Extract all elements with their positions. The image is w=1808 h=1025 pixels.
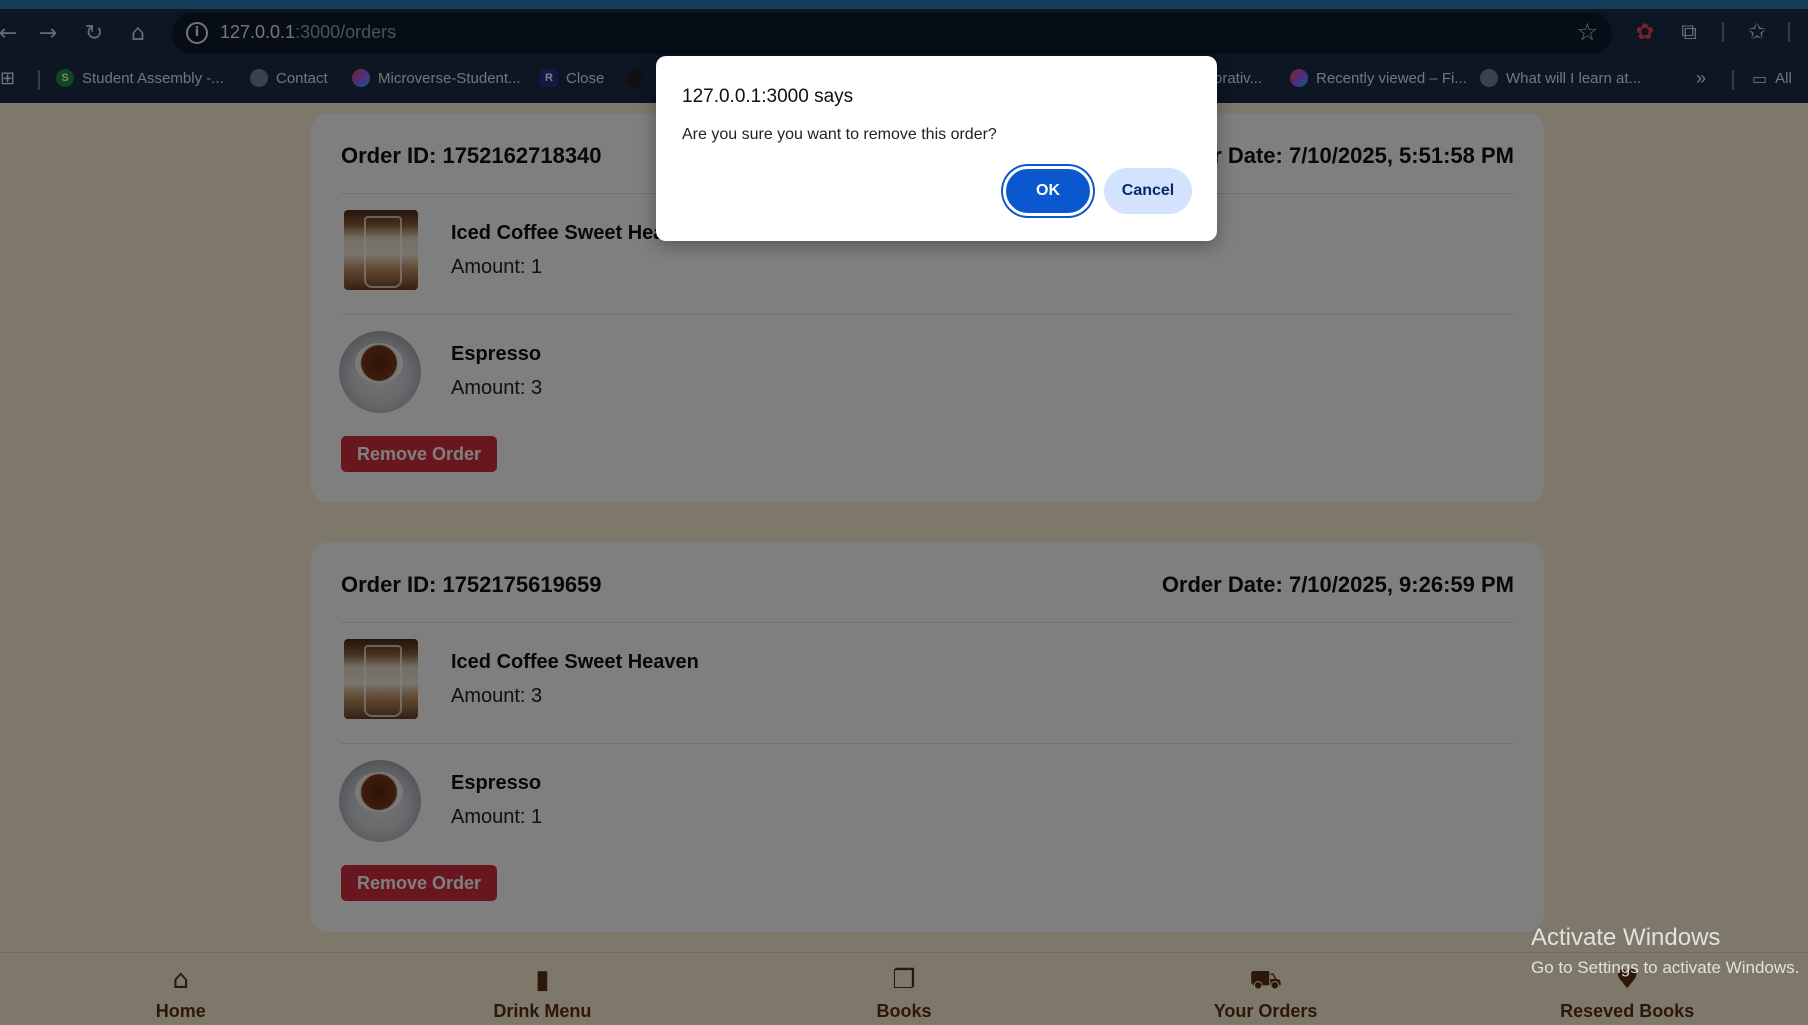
cancel-button[interactable]: Cancel: [1104, 168, 1192, 214]
dialog-title: 127.0.0.1:3000 says: [682, 86, 854, 107]
watermark-subtitle: Go to Settings to activate Windows.: [1531, 958, 1800, 977]
activate-windows-watermark: Activate Windows Go to Settings to activ…: [1531, 924, 1799, 978]
ok-button[interactable]: OK: [1003, 166, 1093, 216]
watermark-title: Activate Windows: [1531, 924, 1721, 951]
confirm-dialog: 127.0.0.1:3000 says Are you sure you wan…: [656, 56, 1217, 241]
dialog-message: Are you sure you want to remove this ord…: [682, 126, 997, 143]
